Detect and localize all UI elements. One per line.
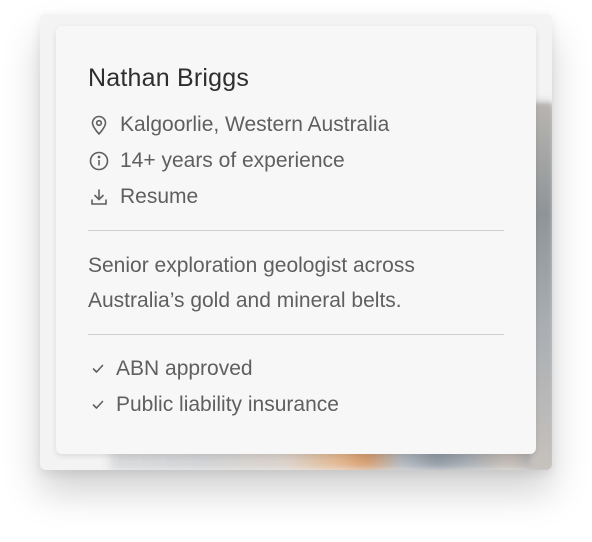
experience-row: 14+ years of experience: [88, 149, 345, 173]
check-icon: [90, 361, 106, 377]
verification-label: Public liability insurance: [116, 393, 339, 416]
check-icon: [90, 397, 106, 413]
location-text: Kalgoorlie, Western Australia: [120, 113, 390, 136]
location-row: Kalgoorlie, Western Australia: [88, 113, 389, 137]
info-icon: [88, 150, 110, 172]
profile-name: Nathan Briggs: [88, 64, 250, 92]
verification-item-insurance: Public liability insurance: [90, 393, 339, 417]
resume-link[interactable]: Resume: [88, 185, 198, 209]
divider: [88, 334, 504, 335]
divider: [88, 230, 504, 231]
map-pin-icon: [88, 114, 110, 136]
download-icon: [88, 186, 110, 208]
profile-card[interactable]: Nathan Briggs Kalgoorlie, Western Austra…: [56, 26, 536, 454]
resume-label[interactable]: Resume: [120, 185, 198, 209]
profile-card-stack: Nathan Briggs Kalgoorlie, Western Austra…: [0, 0, 592, 542]
verification-label: ABN approved: [116, 357, 253, 380]
profile-bio: Senior exploration geologist across Aust…: [88, 254, 415, 312]
verification-item-abn: ABN approved: [90, 357, 253, 381]
experience-text: 14+ years of experience: [120, 149, 345, 172]
